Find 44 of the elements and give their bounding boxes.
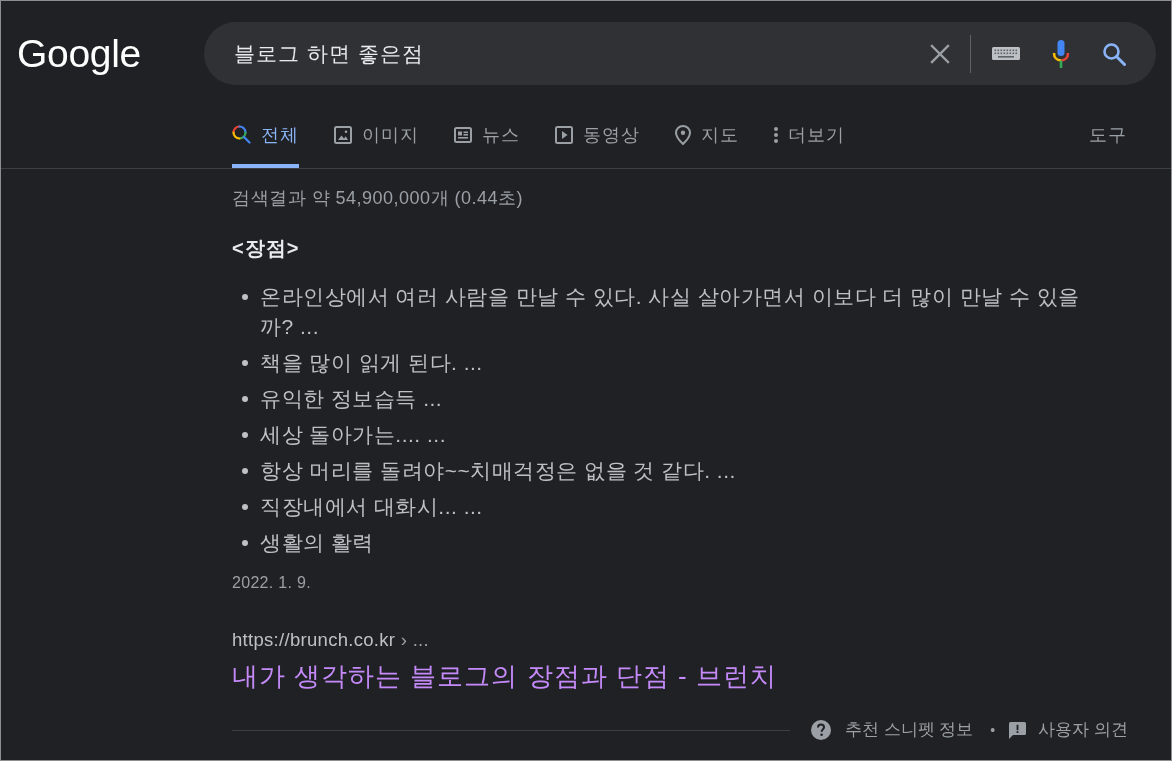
snippet-date: 2022. 1. 9.	[232, 573, 311, 593]
snippet-heading: <장점>	[232, 236, 300, 261]
bullet-icon	[242, 540, 248, 546]
snippet-item: 직장내에서 대화시... ...	[260, 494, 483, 520]
bullet-icon	[242, 360, 248, 366]
snippet-item: 생활의 활력	[260, 530, 374, 556]
close-icon[interactable]	[930, 43, 950, 64]
tab[interactable]: 이미지	[334, 105, 419, 168]
snippet-info-link[interactable]: 추천 스니펫 정보	[844, 718, 974, 742]
result-title-link[interactable]: 내가 생각하는 블로그의 장점과 단점 - 브런치	[232, 660, 777, 692]
tab[interactable]: 더보기	[774, 105, 845, 168]
bullet-icon	[242, 468, 248, 474]
dots-icon	[774, 126, 778, 143]
search-bar[interactable]: 블로그 하면 좋은점	[204, 22, 1156, 85]
play-icon	[555, 125, 573, 144]
feedback-link[interactable]: 사용자 의견	[1038, 718, 1128, 742]
snippet-item: 유익한 정보습득 ...	[260, 386, 443, 412]
search-icon	[232, 125, 251, 144]
image-icon	[334, 125, 352, 144]
separator: •	[990, 722, 996, 738]
bullet-icon	[242, 504, 248, 510]
help-icon[interactable]	[810, 720, 831, 740]
search-icon[interactable]	[1102, 41, 1126, 66]
tab[interactable]: 지도	[675, 105, 739, 168]
keyboard-icon[interactable]	[992, 47, 1020, 60]
microphone-icon[interactable]	[1052, 39, 1070, 68]
snippet-item: 항상 머리를 돌려야~~치매걱정은 없을 것 같다. ...	[260, 458, 736, 484]
snippet-item: 온라인상에서 여러 사람을 만날 수 있다. 사실 살아가면서 이보다 더 많이 만날 수 있을까? ...	[260, 284, 1081, 340]
tab[interactable]: 전체	[232, 105, 299, 168]
message-alert-icon[interactable]	[1009, 721, 1027, 739]
search-field[interactable]: 블로그 하면 좋은점	[234, 36, 930, 71]
pin-icon	[675, 124, 691, 145]
logo[interactable]: Google	[17, 34, 204, 73]
bullet-icon	[242, 294, 248, 300]
snippet-item: 책을 많이 읽게 된다. ...	[260, 350, 483, 376]
news-icon	[454, 126, 472, 143]
snippet-item: 세상 돌아가는.... ...	[260, 422, 446, 448]
tools-tab[interactable]: 도구	[1089, 105, 1127, 168]
result-url: https://brunch.co.kr › ...	[232, 628, 429, 652]
bullet-icon	[242, 432, 248, 438]
bullet-icon	[242, 396, 248, 402]
tab[interactable]: 동영상	[555, 105, 640, 168]
tab[interactable]: 뉴스	[454, 105, 520, 168]
result-stats: 검색결과 약 54,900,000개 (0.44초)	[232, 187, 524, 210]
